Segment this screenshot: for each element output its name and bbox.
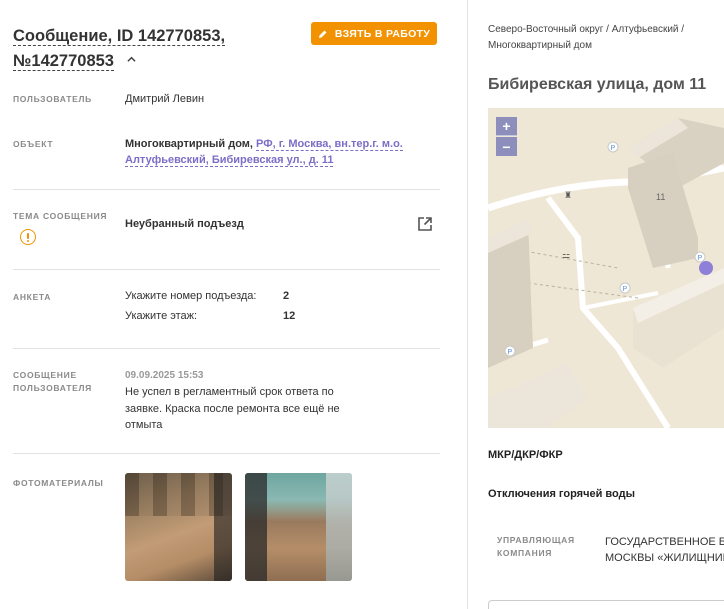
object-label: ОБЪЕКТ <box>13 139 54 149</box>
page-title: Сообщение, ID 142770853, №142770853 <box>13 24 303 74</box>
management-company-value: ГОСУДАРСТВЕННОЕ БК МОСКВЫ «ЖИЛИЩНИК <box>605 536 724 564</box>
take-to-work-label: ВЗЯТЬ В РАБОТУ <box>334 27 431 40</box>
title-line2: №142770853 <box>13 52 114 71</box>
survey-label: АНКЕТА <box>13 292 52 302</box>
address-title: Бибиревская улица, дом 11 <box>488 76 707 93</box>
management-company-label: УПРАВЛЯЮЩАЯ КОМПАНИЯ <box>497 535 575 558</box>
map-house-number: 11 <box>656 192 665 202</box>
svg-text:⚍: ⚍ <box>562 251 570 261</box>
svg-text:P: P <box>508 349 513 356</box>
topic-label: ТЕМА СООБЩЕНИЯ <box>13 211 108 221</box>
survey-question-floor: Укажите этаж: <box>125 310 198 322</box>
photos-label: ФОТОМАТЕРИАЛЫ <box>13 478 104 488</box>
breadcrumb: Северо-Восточный округ / Алтуфьевский / … <box>488 24 685 51</box>
photo-thumbnail[interactable] <box>245 473 352 581</box>
topic-value: Неубранный подъезд <box>125 218 244 230</box>
title-line1: Сообщение, ID 142770853, <box>13 27 226 46</box>
survey-answer-floor: 12 <box>283 310 296 322</box>
take-to-work-button[interactable]: ВЗЯТЬ В РАБОТУ <box>311 22 437 45</box>
divider <box>13 189 440 190</box>
object-type: Многоквартирный дом, <box>125 138 253 150</box>
svg-text:P: P <box>623 286 628 293</box>
warning-icon <box>20 229 36 245</box>
map-canvas: 11 P P P P ⚍ ♜ <box>488 118 724 428</box>
mkr-section[interactable]: МКР/ДКР/ФКР <box>488 449 563 461</box>
svg-text:♜: ♜ <box>564 191 572 201</box>
message-details-panel: Сообщение, ID 142770853, №142770853 ВЗЯТ… <box>0 0 468 609</box>
bottom-field[interactable] <box>488 600 724 609</box>
divider <box>13 453 440 454</box>
object-value: Многоквартирный дом, РФ, г. Москва, вн.т… <box>125 136 425 168</box>
svg-text:P: P <box>611 145 616 152</box>
user-label: ПОЛЬЗОВАТЕЛЬ <box>13 94 92 104</box>
object-info-panel: Северо-Восточный округ / Алтуфьевский / … <box>469 0 724 609</box>
external-link-icon[interactable] <box>417 216 433 232</box>
zoom-out-button[interactable]: − <box>496 137 517 156</box>
zoom-in-button[interactable]: + <box>496 117 517 136</box>
message-text: Не успел в регламентный срок ответа по з… <box>125 386 340 431</box>
svg-text:P: P <box>698 255 703 262</box>
divider <box>13 348 440 349</box>
user-message-label: СООБЩЕНИЕ ПОЛЬЗОВАТЕЛЯ <box>13 370 92 393</box>
message-date: 09.09.2025 15:53 <box>125 370 204 381</box>
divider <box>13 269 440 270</box>
chevron-up-icon[interactable] <box>126 55 136 64</box>
photo-thumbnail[interactable] <box>125 473 232 581</box>
survey-question-entrance: Укажите номер подъезда: <box>125 290 257 302</box>
map[interactable]: 11 P P P P ⚍ ♜ + − <box>488 108 724 428</box>
object-marker[interactable] <box>699 261 713 275</box>
user-value: Дмитрий Левин <box>125 93 205 105</box>
pencil-icon <box>318 30 327 38</box>
survey-answer-entrance: 2 <box>283 290 290 302</box>
hot-water-section[interactable]: Отключения горячей воды <box>488 488 635 500</box>
